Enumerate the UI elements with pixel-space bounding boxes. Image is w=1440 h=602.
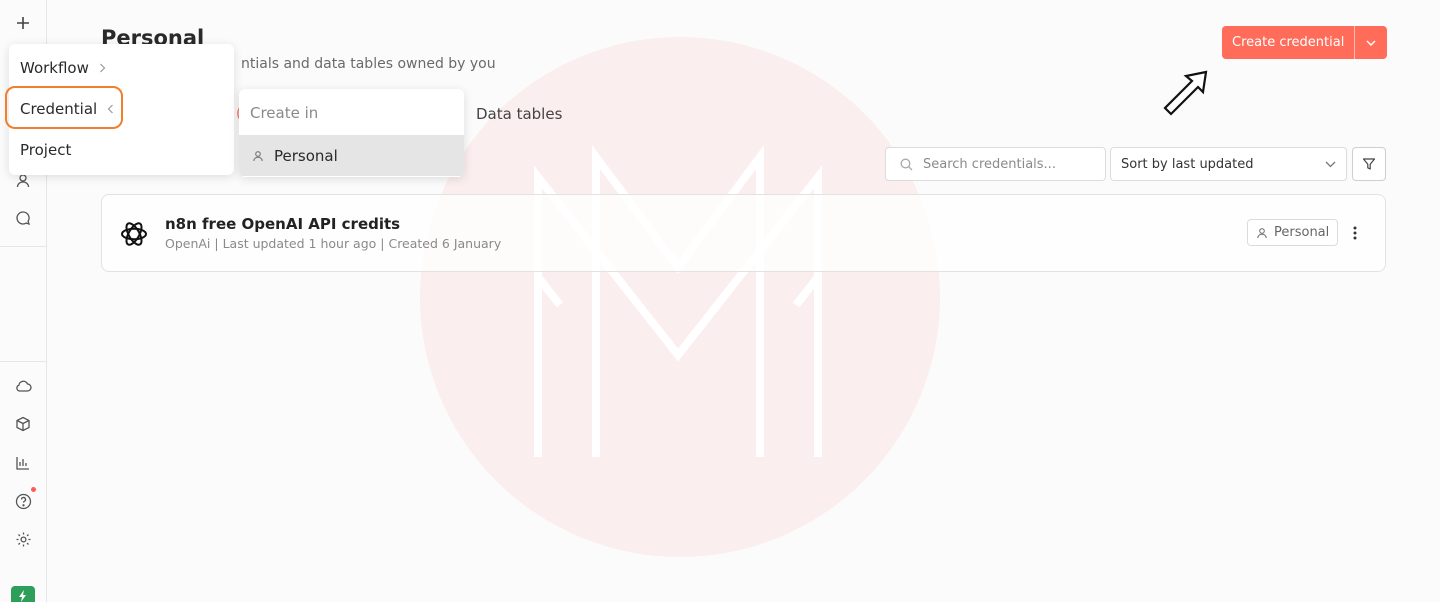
sidebar-divider xyxy=(0,246,46,247)
credential-name[interactable]: n8n free OpenAI API credits xyxy=(165,215,400,233)
user-icon xyxy=(253,150,263,161)
chevron-right-icon xyxy=(99,63,106,73)
help-icon[interactable] xyxy=(11,489,35,513)
sidebar-divider xyxy=(0,361,46,362)
cloud-icon[interactable] xyxy=(11,374,35,398)
notification-dot xyxy=(31,487,36,492)
menu-item-label: Project xyxy=(20,141,72,159)
annotation-arrow-icon xyxy=(1163,70,1208,116)
openai-icon xyxy=(121,222,147,246)
menu-item-workflow[interactable]: Workflow xyxy=(20,59,106,77)
gear-icon[interactable] xyxy=(11,527,35,551)
project-badge-label: Personal xyxy=(1274,225,1330,240)
app-window: Personal ntials and data tables owned by… xyxy=(0,0,1440,602)
create-in-submenu: Create in Personal xyxy=(239,89,464,177)
submenu-item-personal[interactable]: Personal xyxy=(239,135,464,176)
filter-button[interactable] xyxy=(1352,147,1386,181)
filter-icon xyxy=(1362,158,1376,170)
search-input[interactable] xyxy=(923,156,1093,172)
submenu-item-label: Personal xyxy=(274,146,338,165)
more-actions-icon[interactable] xyxy=(1346,221,1364,245)
chat-icon[interactable] xyxy=(11,206,35,230)
create-credential-button-label[interactable]: Create credential xyxy=(1222,26,1354,59)
package-icon[interactable] xyxy=(11,412,35,436)
menu-item-project[interactable]: Project xyxy=(20,141,71,159)
search-icon xyxy=(900,158,913,170)
submenu-header: Create in xyxy=(250,104,319,122)
create-credential-button: Create credential xyxy=(1222,26,1388,59)
plus-icon[interactable] xyxy=(11,11,35,35)
credential-highlight-outline xyxy=(5,86,123,129)
project-badge: Personal xyxy=(1247,219,1339,246)
page-subtitle: ntials and data tables owned by you xyxy=(241,56,496,72)
sort-select[interactable]: Sort by last updated xyxy=(1110,147,1347,181)
search-box xyxy=(885,147,1106,181)
credential-meta: OpenAi | Last updated 1 hour ago | Creat… xyxy=(165,236,502,251)
credential-card[interactable]: n8n free OpenAI API credits OpenAi | Las… xyxy=(101,194,1386,272)
chevron-down-icon xyxy=(1325,161,1336,167)
user-icon xyxy=(1257,227,1267,238)
chart-icon[interactable] xyxy=(11,451,35,475)
tab-data-tables[interactable]: Data tables xyxy=(476,105,562,123)
chevron-down-icon[interactable] xyxy=(1354,26,1387,59)
bolt-icon[interactable] xyxy=(11,586,35,602)
menu-item-label: Workflow xyxy=(20,59,89,77)
sort-selected-label: Sort by last updated xyxy=(1121,156,1254,172)
